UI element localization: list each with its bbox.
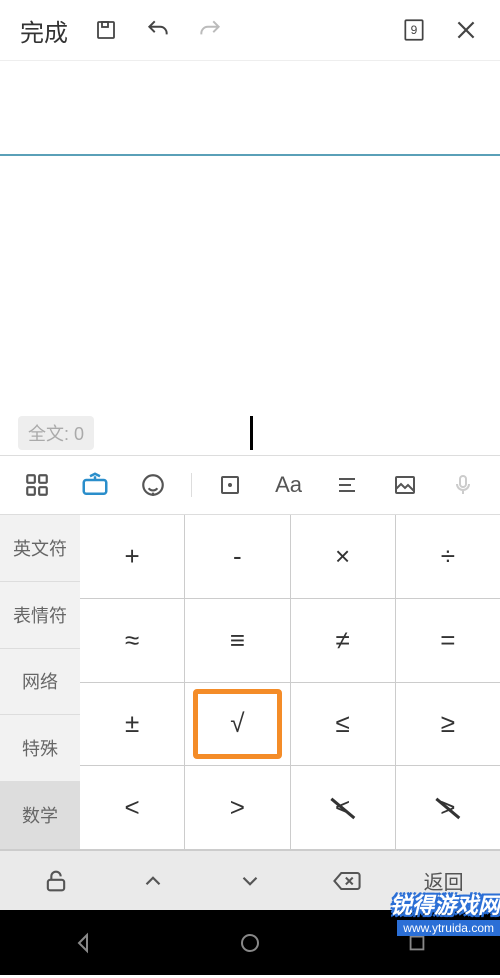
nav-back-icon[interactable]	[63, 923, 103, 963]
editor-focus-line	[0, 61, 500, 156]
category-tab[interactable]: 数学	[0, 782, 80, 849]
symbol-key[interactable]: =	[396, 599, 500, 682]
symbol-key[interactable]: <	[80, 766, 185, 849]
keyboard-icon[interactable]	[75, 465, 115, 505]
lock-icon[interactable]	[8, 867, 105, 895]
page-number-button[interactable]: 9	[392, 8, 436, 52]
category-tab[interactable]: 网络	[0, 649, 80, 716]
undo-icon[interactable]	[136, 8, 180, 52]
backspace-icon[interactable]	[298, 867, 395, 895]
nav-recent-icon[interactable]	[397, 923, 437, 963]
font-icon[interactable]: Aa	[269, 465, 309, 505]
symbol-key[interactable]: ÷	[396, 515, 500, 598]
fullscreen-icon[interactable]	[210, 465, 250, 505]
symbol-key[interactable]: ≈	[80, 599, 185, 682]
mic-icon[interactable]	[443, 465, 483, 505]
symbol-key[interactable]: ×	[291, 515, 396, 598]
return-button[interactable]: 返回	[395, 866, 492, 895]
nav-home-icon[interactable]	[230, 923, 270, 963]
symbol-key[interactable]: ≥	[396, 683, 500, 766]
emoji-icon[interactable]	[133, 465, 173, 505]
down-chevron-icon[interactable]	[202, 868, 299, 894]
symbol-key[interactable]: ≠	[291, 599, 396, 682]
category-tab[interactable]: 表情符	[0, 582, 80, 649]
redo-icon	[188, 8, 232, 52]
align-icon[interactable]	[327, 465, 367, 505]
up-chevron-icon[interactable]	[105, 868, 202, 894]
separator	[191, 473, 192, 497]
save-icon[interactable]	[84, 8, 128, 52]
symbol-key[interactable]: >	[396, 766, 500, 849]
symbol-key[interactable]: +	[80, 515, 185, 598]
symbol-key[interactable]: ≡	[185, 599, 290, 682]
apps-icon[interactable]	[17, 465, 57, 505]
ime-toolbar: Aa	[0, 455, 500, 515]
symbol-key[interactable]: <	[291, 766, 396, 849]
page-number: 9	[411, 23, 418, 37]
close-icon[interactable]	[444, 8, 488, 52]
word-count-badge: 全文: 0	[18, 416, 94, 450]
done-button[interactable]: 完成	[12, 9, 76, 52]
symbol-key[interactable]: √	[185, 683, 290, 766]
category-tab[interactable]: 特殊	[0, 715, 80, 782]
image-icon[interactable]	[385, 465, 425, 505]
symbol-key[interactable]: >	[185, 766, 290, 849]
category-tab[interactable]: 英文符	[0, 515, 80, 582]
symbol-key[interactable]: ≤	[291, 683, 396, 766]
symbol-key[interactable]: ±	[80, 683, 185, 766]
editor-area[interactable]: 全文: 0	[0, 60, 500, 455]
symbol-key[interactable]: -	[185, 515, 290, 598]
text-cursor	[250, 416, 253, 450]
